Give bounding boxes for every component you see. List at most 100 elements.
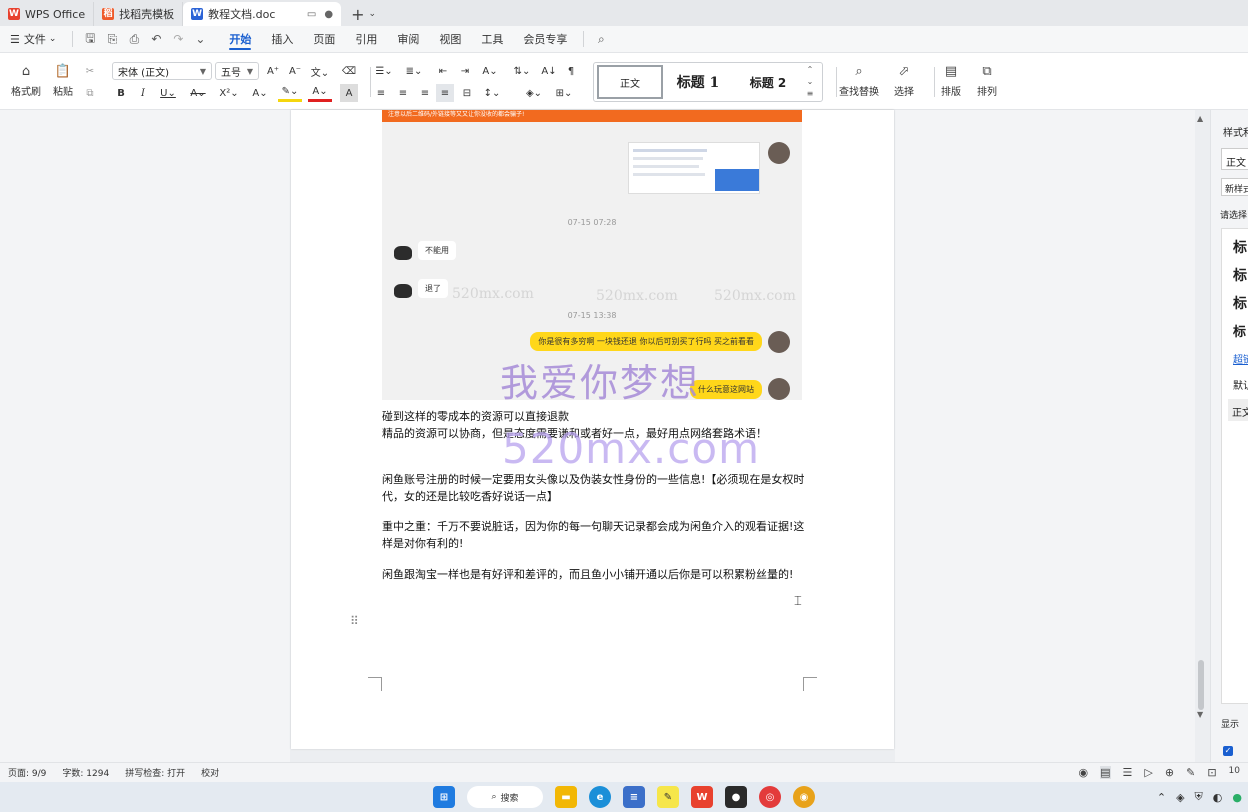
paragraph[interactable]: 闲鱼账号注册的时候一定要用女头像以及伪装女性身份的一些信息!【必须现在是女权时代… <box>382 471 812 505</box>
shading-icon[interactable]: ◈⌄ <box>522 84 546 102</box>
target-app-icon[interactable]: ◎ <box>759 786 781 808</box>
network-icon[interactable]: ◈ <box>1176 791 1184 804</box>
tab-references[interactable]: 引用 <box>345 26 387 53</box>
pen-icon[interactable]: ✎ <box>1186 766 1195 779</box>
clear-format-icon[interactable]: ⌫ <box>340 62 358 80</box>
tab-page[interactable]: 页面 <box>303 26 345 53</box>
notepad-icon[interactable]: ≡ <box>623 786 645 808</box>
tab-document[interactable]: W 教程文档.doc ▭ ● <box>183 2 342 26</box>
char-shading-icon[interactable]: A <box>340 84 358 102</box>
paragraph[interactable]: 闲鱼跟淘宝一样也是有好评和差评的，而且鱼小小铺开通以后你是可以积累粉丝量的! <box>382 566 812 583</box>
edge-browser-icon[interactable]: e <box>589 786 611 808</box>
current-style-box[interactable]: 正文 <box>1221 148 1248 170</box>
word-count[interactable]: 字数: 1294 <box>54 766 117 779</box>
bullet-list-icon[interactable]: ☰⌄ <box>372 62 396 80</box>
wps-taskbar-icon[interactable]: W <box>691 786 713 808</box>
outline-view-icon[interactable]: ☰ <box>1123 766 1133 779</box>
style-list-item[interactable]: 标 <box>1233 265 1247 285</box>
page-view-icon[interactable]: ▤ <box>1100 766 1111 779</box>
paste-button[interactable]: 📋 粘贴 <box>46 61 80 101</box>
style-normal[interactable]: 正文 <box>597 65 663 99</box>
format-painter-button[interactable]: ⌂ 格式刷 <box>8 61 44 101</box>
tab-tools[interactable]: 工具 <box>471 26 513 53</box>
tab-docer[interactable]: 稻 找稻壳模板 <box>94 2 184 26</box>
qq-icon[interactable]: ◐ <box>1213 791 1223 804</box>
align-right-icon[interactable]: ≡ <box>416 84 434 102</box>
text-effect-icon[interactable]: A⌄ <box>248 84 272 102</box>
taskbar-search[interactable]: ⌕ 搜索 <box>467 786 543 808</box>
redo-icon[interactable]: ↷ <box>167 26 189 53</box>
border-icon[interactable]: ⊞⌄ <box>552 84 576 102</box>
select-button[interactable]: ⬀ 选择 <box>886 61 922 101</box>
align-center-icon[interactable]: ≡ <box>394 84 412 102</box>
export-icon[interactable]: ⎘ <box>101 26 123 53</box>
align-left-icon[interactable]: ≡ <box>372 84 390 102</box>
recorder-icon[interactable]: ● <box>725 786 747 808</box>
style-heading-2[interactable]: 标题 2 <box>733 65 803 99</box>
style-list-item[interactable]: 标 <box>1233 237 1247 257</box>
drag-handle-icon[interactable]: ⠿ <box>350 614 359 628</box>
scroll-up-icon[interactable]: ▲ <box>1197 114 1203 123</box>
distribute-icon[interactable]: ⊟ <box>458 84 476 102</box>
italic-icon[interactable]: I <box>134 84 152 102</box>
grow-font-icon[interactable]: A⁺ <box>264 62 282 80</box>
layout-button[interactable]: ▤ 排版 <box>934 61 968 101</box>
tab-view[interactable]: 视图 <box>429 26 471 53</box>
tab-member[interactable]: 会员专享 <box>513 26 577 53</box>
more-icon[interactable]: ⌄ <box>189 26 211 53</box>
security-icon[interactable]: ⛨ <box>1195 790 1203 804</box>
save-icon[interactable]: 🖫 <box>79 26 101 53</box>
style-scroll[interactable]: ⌃ ⌄ ≡ <box>803 64 817 100</box>
spell-check[interactable]: 拼写检查: 打开 <box>117 766 193 779</box>
new-style-button[interactable]: 新样式 <box>1221 178 1248 196</box>
undo-icon[interactable]: ↶ <box>145 26 167 53</box>
default-style[interactable]: 默认 <box>1233 377 1248 392</box>
increase-indent-icon[interactable]: ⇥ <box>456 62 474 80</box>
normal-style-item[interactable]: 正文 <box>1228 399 1248 421</box>
numbered-list-icon[interactable]: ≣⌄ <box>402 62 426 80</box>
arrange-button[interactable]: ⧉ 排列 <box>970 61 1004 101</box>
sort-icon[interactable]: ⇅⌄ <box>510 62 534 80</box>
chinese-layout-icon[interactable]: A⌄ <box>478 62 502 80</box>
font-size-select[interactable]: 五号 ▼ <box>215 62 259 80</box>
new-tab-button[interactable]: + ⌄ <box>341 2 386 26</box>
find-replace-button[interactable]: ⌕ 查找替换 <box>836 61 882 101</box>
highlight-icon[interactable]: ✎⌄ <box>278 84 302 102</box>
window-mode-icon[interactable]: ▭ <box>307 9 316 20</box>
tab-insert[interactable]: 插入 <box>261 26 303 53</box>
font-family-select[interactable]: 宋体 (正文) ▼ <box>112 62 212 80</box>
page-count[interactable]: 页面: 9/9 <box>0 766 54 779</box>
copy-icon[interactable]: ⧉ <box>82 85 98 101</box>
cut-icon[interactable]: ✂ <box>82 63 98 79</box>
style-list-item[interactable]: 标 <box>1233 293 1247 313</box>
tab-home[interactable]: 开始 <box>219 26 261 53</box>
show-marks-icon[interactable]: ¶ <box>562 62 580 80</box>
strikethrough-icon[interactable]: A⌄ <box>186 84 210 102</box>
paragraph[interactable]: 重中之重：千万不要说脏话，因为你的每一句聊天记录都会成为闲鱼介入的观看证据!这样… <box>382 518 812 552</box>
print-icon[interactable]: ⎙ <box>123 26 145 53</box>
underline-icon[interactable]: U⌄ <box>156 84 180 102</box>
hyperlink-style[interactable]: 超链 <box>1233 351 1248 366</box>
vertical-scrollbar[interactable]: ▲ ▼ <box>1196 110 1206 762</box>
line-spacing-icon[interactable]: ↕⌄ <box>480 84 504 102</box>
show-checkbox[interactable]: ✓ <box>1223 746 1233 756</box>
sticky-notes-icon[interactable]: ✎ <box>657 786 679 808</box>
fit-icon[interactable]: ⊡ <box>1207 766 1216 779</box>
search-icon[interactable]: ⌕ <box>590 26 612 53</box>
zoom-level[interactable]: 10 <box>1229 766 1240 779</box>
shrink-font-icon[interactable]: A⁻ <box>286 62 304 80</box>
file-menu[interactable]: ☰ 文件 ⌄ <box>0 26 66 53</box>
tab-review[interactable]: 审阅 <box>387 26 429 53</box>
bold-icon[interactable]: B <box>112 84 130 102</box>
phonetic-icon[interactable]: 文⌄ <box>308 62 332 80</box>
scroll-down-icon[interactable]: ▼ <box>1197 710 1203 719</box>
chrome-icon[interactable]: ◉ <box>793 786 815 808</box>
font-color-icon[interactable]: A⌄ <box>308 84 332 102</box>
web-view-icon[interactable]: ⊕ <box>1165 766 1174 779</box>
play-icon[interactable]: ▷ <box>1144 766 1152 779</box>
windows-start-icon[interactable]: ⊞ <box>433 786 455 808</box>
file-explorer-icon[interactable]: ▬ <box>555 786 577 808</box>
proofread[interactable]: 校对 <box>193 766 227 779</box>
superscript-icon[interactable]: X²⌄ <box>216 84 242 102</box>
chevron-up-icon[interactable]: ⌃ <box>1157 791 1166 804</box>
